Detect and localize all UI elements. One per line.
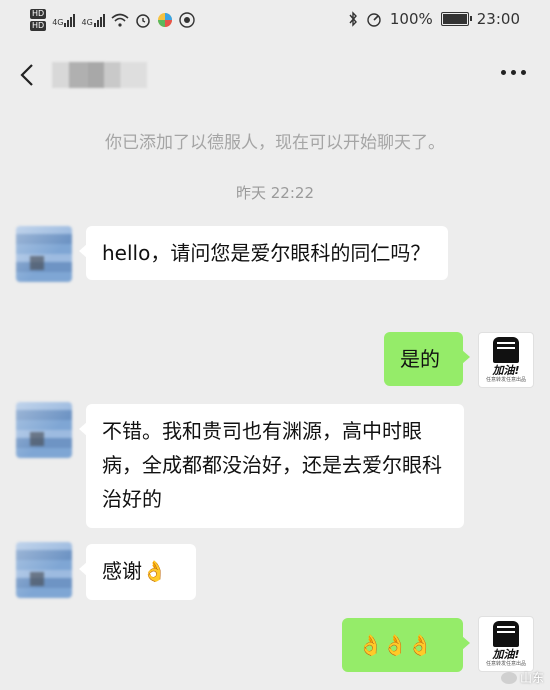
back-button[interactable] xyxy=(14,60,44,90)
watermark-text: 山东 xyxy=(519,671,544,685)
app-icon-color xyxy=(157,13,172,27)
avatar-subtext: 任意转发任意出品 xyxy=(485,377,526,383)
watermark: 山东 xyxy=(500,669,544,686)
signal-icon xyxy=(64,13,76,27)
hd-label-2: HD xyxy=(30,21,47,31)
status-left: HD HD 4G 4G xyxy=(30,8,195,32)
battery-percent: 100% xyxy=(389,10,433,28)
chat-header: █████ xyxy=(0,40,550,110)
network-1: 4G xyxy=(52,13,76,27)
bluetooth-icon xyxy=(349,11,357,27)
signal-icon-2 xyxy=(93,13,105,27)
message-bubble-outgoing[interactable]: 是的 xyxy=(384,332,470,386)
message-bubble-incoming[interactable]: 感谢👌 xyxy=(79,544,196,600)
chevron-left-icon xyxy=(20,64,33,86)
fist-icon xyxy=(493,621,519,647)
message-bubble-outgoing[interactable]: 👌👌👌 xyxy=(342,618,470,672)
message-bubble-incoming[interactable]: 不错。我和贵司也有渊源，高中时眼病，全成都都没治好，还是去爱尔眼科治好的 xyxy=(79,404,464,528)
system-message: 你已添加了以德服人，现在可以开始聊天了。 xyxy=(105,133,445,153)
my-avatar[interactable]: 加油! 任意转发任意出品 xyxy=(478,332,534,388)
status-bar: HD HD 4G 4G 100% 23:00 xyxy=(0,0,550,40)
more-dots-icon xyxy=(501,70,506,75)
contact-avatar[interactable] xyxy=(16,226,72,282)
network-2: 4G xyxy=(81,13,105,27)
fist-icon xyxy=(493,337,519,363)
alarm-icon xyxy=(136,14,150,28)
app-icon-chat xyxy=(179,12,195,28)
net-label-1: 4G xyxy=(52,18,64,27)
avatar-text: 加油! xyxy=(492,364,520,377)
wechat-watermark-icon xyxy=(500,671,517,684)
hd-label-1: HD xyxy=(30,9,47,19)
status-right: 100% 23:00 xyxy=(348,10,520,28)
speed-icon xyxy=(367,13,381,27)
net-label-2: 4G xyxy=(81,18,93,27)
contact-avatar[interactable] xyxy=(16,402,72,458)
avatar-subtext: 任意转发任意出品 xyxy=(485,661,526,667)
battery-icon xyxy=(440,12,472,26)
my-avatar[interactable]: 加油! 任意转发任意出品 xyxy=(478,616,534,672)
contact-name-blurred: █████ xyxy=(52,62,147,88)
chat-timestamp: 昨天 22:22 xyxy=(236,184,314,202)
contact-avatar[interactable] xyxy=(16,542,72,598)
hd-indicator: HD HD xyxy=(30,8,47,32)
clock-time: 23:00 xyxy=(476,10,520,28)
message-bubble-incoming[interactable]: hello，请问您是爱尔眼科的同仁吗？ xyxy=(79,226,448,280)
avatar-text: 加油! xyxy=(492,648,520,661)
wifi-icon xyxy=(111,13,129,27)
more-options-button[interactable] xyxy=(501,70,526,75)
